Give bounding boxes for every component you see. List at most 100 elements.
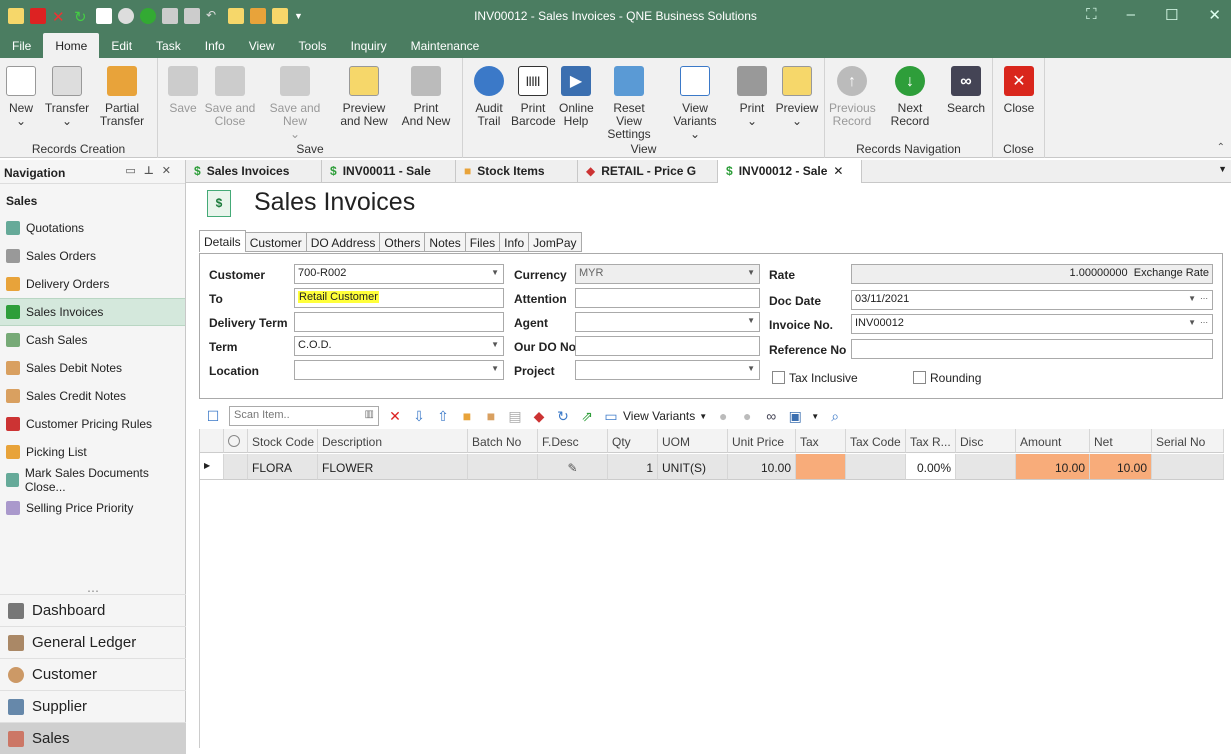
module-dashboard[interactable]: Dashboard	[0, 594, 186, 626]
module-customer[interactable]: Customer	[0, 658, 186, 690]
cell-tax-code[interactable]	[846, 454, 906, 480]
chevron-down-icon[interactable]: ▼	[491, 340, 499, 349]
cell-uom[interactable]: UNIT(S)	[658, 454, 728, 480]
next-record-button[interactable]: ↓ Next Record	[879, 66, 941, 128]
term-field[interactable]: C.O.D. ▼	[294, 336, 504, 356]
next-row-icon[interactable]: ●	[739, 408, 755, 424]
nav-item-quotations[interactable]: Quotations	[0, 214, 185, 242]
nav-item-customer-pricing-rules[interactable]: Customer Pricing Rules	[0, 410, 185, 438]
minimize-icon[interactable]: –	[1127, 6, 1135, 24]
view-variants-button[interactable]: View Variants ⌄	[661, 66, 729, 141]
export-icon[interactable]: ⇗	[579, 408, 595, 424]
print-barcode-button[interactable]: ||||| Print Barcode	[511, 66, 556, 128]
nav-item-sales-orders[interactable]: Sales Orders	[0, 242, 185, 270]
nav-item-sales-debit-notes[interactable]: Sales Debit Notes	[0, 354, 185, 382]
cell-serial-no[interactable]	[1152, 454, 1224, 480]
move-down-icon[interactable]: ⇩	[411, 408, 427, 424]
agent-field[interactable]: ▼	[575, 312, 760, 332]
nav-item-cash-sales[interactable]: Cash Sales	[0, 326, 185, 354]
rate-field[interactable]: 1.00000000 Exchange Rate	[851, 264, 1213, 284]
chevron-down-icon[interactable]: ▼	[1188, 294, 1196, 303]
col-amount[interactable]: Amount	[1016, 429, 1090, 453]
close-button[interactable]: ✕ Close	[1001, 66, 1037, 115]
cell-amount[interactable]: 10.00	[1016, 454, 1090, 480]
module-sales[interactable]: Sales	[0, 722, 186, 754]
search-button[interactable]: ∞ Search	[943, 66, 989, 115]
pricing-icon[interactable]: ◆	[531, 408, 547, 424]
col-tax-code[interactable]: Tax Code	[846, 429, 906, 453]
col-stock-code[interactable]: Stock Code	[248, 429, 318, 453]
tab-file[interactable]: File	[0, 33, 43, 58]
tab-maintenance[interactable]: Maintenance	[399, 33, 492, 58]
invoice-no-field[interactable]: INV00012 ▼ ⋯	[851, 314, 1213, 334]
preview-button[interactable]: Preview ⌄	[775, 66, 819, 128]
tab-info[interactable]: Info	[193, 33, 237, 58]
row-select-cell[interactable]	[224, 454, 248, 480]
to-field[interactable]: Retail Customer	[294, 288, 504, 308]
refresh-price-icon[interactable]: ↻	[555, 408, 571, 424]
search-grid-icon[interactable]: ⌕	[827, 408, 843, 424]
reference-no-field[interactable]	[851, 339, 1213, 359]
new-row-icon[interactable]: ☐	[205, 408, 221, 424]
col-tax[interactable]: Tax	[796, 429, 846, 453]
currency-field[interactable]: MYR ▼	[575, 264, 760, 284]
tab-task[interactable]: Task	[144, 33, 193, 58]
doc-tab-stock-items[interactable]: ■ Stock Items	[456, 160, 578, 183]
partial-transfer-button[interactable]: Partial Transfer	[94, 66, 150, 128]
scan-item-input[interactable]: Scan Item.. ▥	[229, 406, 379, 426]
maximize-icon[interactable]: ☐	[1165, 6, 1178, 24]
attention-field[interactable]	[575, 288, 760, 308]
tab-edit[interactable]: Edit	[99, 33, 144, 58]
reset-view-settings-button[interactable]: Reset View Settings	[599, 66, 659, 141]
chevron-down-icon[interactable]: ▼	[747, 364, 755, 373]
chevron-down-icon[interactable]: ▼	[811, 412, 819, 421]
col-qty[interactable]: Qty	[608, 429, 658, 453]
tax-inclusive-checkbox[interactable]	[772, 371, 785, 384]
rounding-checkbox[interactable]	[913, 371, 926, 384]
nav-item-picking-list[interactable]: Picking List	[0, 438, 185, 466]
tab-jompay[interactable]: JomPay	[529, 232, 582, 252]
select-all-radio-icon[interactable]	[228, 435, 240, 447]
doc-tab-inv00012[interactable]: $ INV00012 - Sale ✕	[718, 160, 862, 183]
tab-inquiry[interactable]: Inquiry	[339, 33, 399, 58]
location-field[interactable]: ▼	[294, 360, 504, 380]
delivery-term-field[interactable]	[294, 312, 504, 332]
chevron-down-icon[interactable]: ▼	[1188, 318, 1196, 327]
close-tab-icon[interactable]: ✕	[833, 164, 843, 183]
chevron-down-icon[interactable]: ▼	[491, 268, 499, 277]
save-and-close-button[interactable]: Save and Close	[204, 66, 256, 128]
col-serial-no[interactable]: Serial No	[1152, 429, 1224, 453]
cell-net[interactable]: 10.00	[1090, 454, 1152, 480]
tab-view[interactable]: View	[237, 33, 287, 58]
doc-tab-inv00011[interactable]: $ INV00011 - Sale	[322, 160, 456, 183]
ellipsis-icon[interactable]: ⋯	[1200, 294, 1208, 303]
tab-do-address[interactable]: DO Address	[306, 232, 381, 252]
project-field[interactable]: ▼	[575, 360, 760, 380]
cell-disc[interactable]	[956, 454, 1016, 480]
col-description[interactable]: Description	[318, 429, 468, 453]
save-and-new-button[interactable]: Save and New ⌄	[258, 66, 332, 141]
ellipsis-icon[interactable]: ⋯	[1200, 318, 1208, 327]
cell-tax[interactable]	[796, 454, 846, 480]
save-button[interactable]: Save	[166, 66, 200, 115]
cell-description[interactable]: FLOWER	[318, 454, 468, 480]
doc-tab-retail-price[interactable]: ◆ RETAIL - Price G	[578, 160, 718, 183]
select-all-header[interactable]	[224, 429, 248, 453]
new-button[interactable]: New ⌄	[4, 66, 38, 128]
cell-f-desc[interactable]: ✎	[538, 454, 608, 480]
cell-stock-code[interactable]: FLORA	[248, 454, 318, 480]
online-help-button[interactable]: ▶ Online Help	[559, 66, 594, 128]
tab-details[interactable]: Details	[199, 230, 246, 252]
print-button[interactable]: Print ⌄	[733, 66, 771, 128]
col-net[interactable]: Net	[1090, 429, 1152, 453]
preview-and-new-button[interactable]: Preview and New	[338, 66, 390, 128]
col-uom[interactable]: UOM	[658, 429, 728, 453]
audit-trail-button[interactable]: Audit Trail	[471, 66, 507, 128]
tab-list-dropdown-icon[interactable]: ▼	[1218, 164, 1227, 174]
copy-icon[interactable]: ▤	[507, 408, 523, 424]
tab-tools[interactable]: Tools	[287, 33, 339, 58]
cell-batch-no[interactable]	[468, 454, 538, 480]
chevron-down-icon[interactable]: ▼	[491, 364, 499, 373]
customer-field[interactable]: 700-R002 ▼	[294, 264, 504, 284]
cell-qty[interactable]: 1	[608, 454, 658, 480]
